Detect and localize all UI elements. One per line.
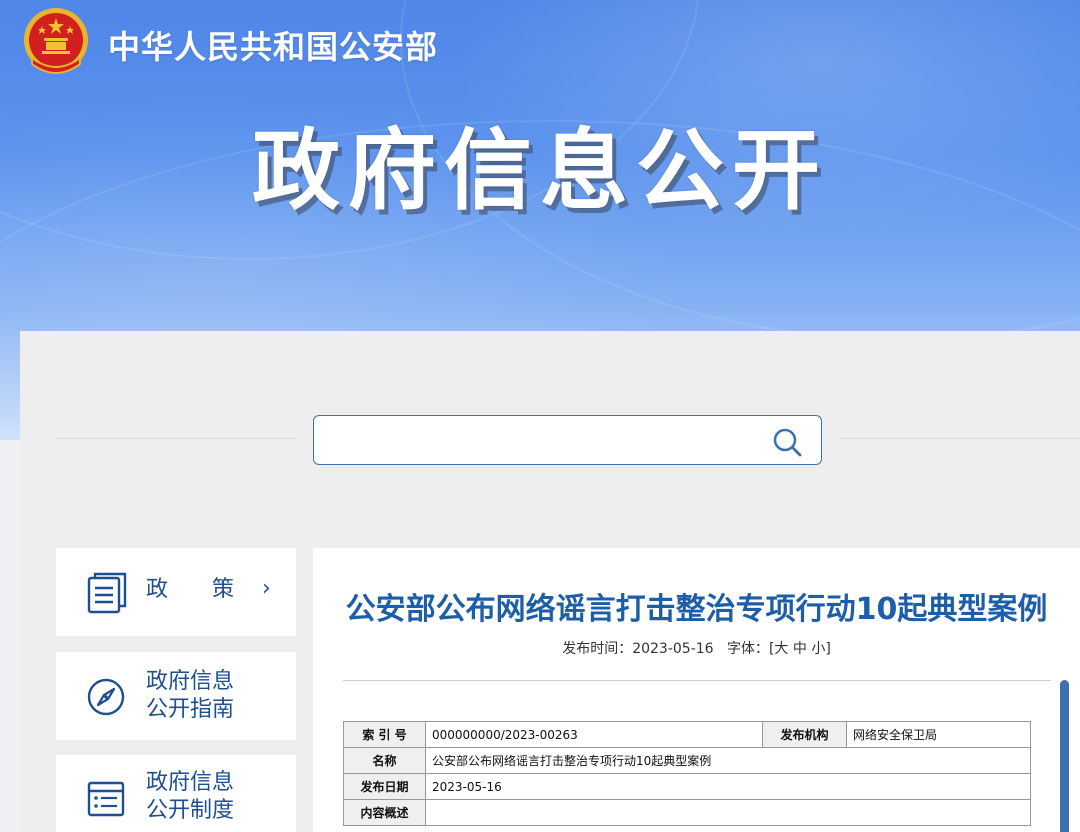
table-row: 内容概述 xyxy=(343,799,1031,826)
scrollbar-thumb[interactable] xyxy=(1060,680,1069,832)
summary-label: 内容概述 xyxy=(343,799,426,826)
article-divider xyxy=(343,680,1051,681)
page-title: 政府信息公开 xyxy=(251,119,828,222)
org-value: 网络安全保卫局 xyxy=(846,721,1031,748)
sidebar-item-label: 政府信息 公开制度 xyxy=(146,769,234,825)
font-size-large-button[interactable]: 大 xyxy=(774,641,788,657)
sidebar-item-disclosure-system[interactable]: 政府信息 公开制度 xyxy=(56,755,296,832)
search-box xyxy=(313,415,822,465)
name-label: 名称 xyxy=(343,747,426,774)
national-emblem-icon[interactable] xyxy=(22,6,90,80)
table-row: 索 引 号 000000000/2023-00263 发布机构 网络安全保卫局 xyxy=(343,721,1031,748)
sidebar-item-label: 政府信息 公开指南 xyxy=(146,668,234,724)
font-size-medium-button[interactable]: 中 xyxy=(793,641,807,657)
font-size-bracket: ] xyxy=(825,641,831,657)
publish-time-label: 发布时间： xyxy=(562,641,633,657)
article-title: 公安部公布网络谣言打击整治专项行动10起典型案例 xyxy=(345,592,1048,627)
table-row: 发布日期 2023-05-16 xyxy=(343,773,1031,800)
publish-time: 2023-05-16 xyxy=(632,641,714,657)
date-label: 发布日期 xyxy=(343,773,426,800)
search-divider-right xyxy=(840,438,1080,439)
summary-value xyxy=(425,799,1031,826)
date-value: 2023-05-16 xyxy=(425,773,1031,800)
sidebar-item-policy[interactable]: 政策 › xyxy=(56,548,296,636)
search-input[interactable] xyxy=(324,422,754,458)
index-value: 000000000/2023-00263 xyxy=(425,721,763,748)
org-label: 发布机构 xyxy=(762,721,847,748)
ministry-name[interactable]: 中华人民共和国公安部 xyxy=(108,22,438,68)
search-icon[interactable] xyxy=(771,426,803,458)
info-table: 索 引 号 000000000/2023-00263 发布机构 网络安全保卫局 … xyxy=(343,721,1031,826)
list-icon xyxy=(87,781,125,817)
sidebar-label-line1: 政府信息 xyxy=(146,669,235,694)
article-panel: 公安部公布网络谣言打击整治专项行动10起典型案例 发布时间：2023-05-16… xyxy=(313,548,1080,832)
index-label: 索 引 号 xyxy=(343,721,426,748)
chevron-right-icon: › xyxy=(262,576,271,601)
sidebar-label-line2: 公开制度 xyxy=(146,798,235,823)
document-list-icon xyxy=(87,572,127,614)
sidebar-label-line2: 公开指南 xyxy=(146,697,235,722)
sidebar-item-label: 政策 xyxy=(146,577,279,602)
search-divider-left xyxy=(56,438,296,439)
sidebar-item-disclosure-guide[interactable]: 政府信息 公开指南 xyxy=(56,652,296,740)
compass-icon xyxy=(87,678,125,716)
sidebar-label-line1: 政府信息 xyxy=(146,770,235,795)
name-value: 公安部公布网络谣言打击整治专项行动10起典型案例 xyxy=(425,747,1031,774)
font-size-small-button[interactable]: 小 xyxy=(811,641,825,657)
font-size-label: 字体： xyxy=(726,641,769,657)
article-meta: 发布时间：2023-05-16 字体：[大 中 小] xyxy=(313,638,1080,658)
table-row: 名称 公安部公布网络谣言打击整治专项行动10起典型案例 xyxy=(343,747,1031,774)
